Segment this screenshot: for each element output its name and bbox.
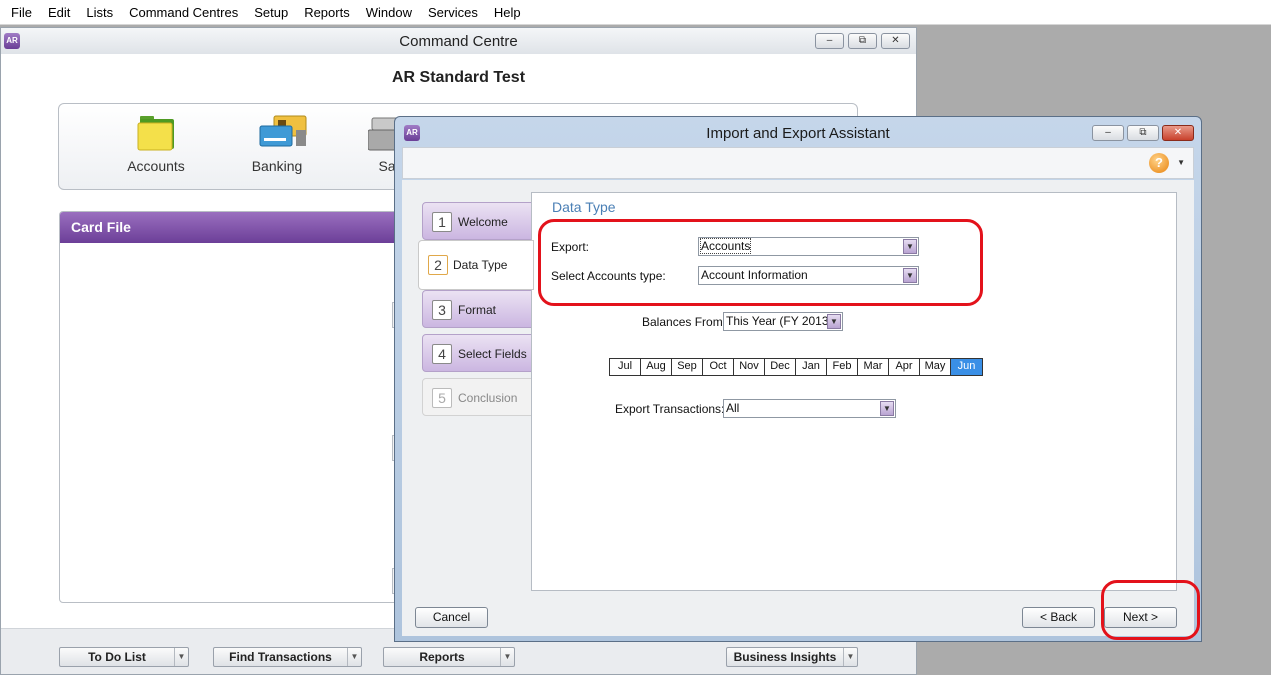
business-insights-button[interactable]: Business Insights ▼ (726, 647, 858, 667)
menu-reports[interactable]: Reports (296, 0, 358, 25)
data-type-panel: Data Type Export: Accounts ▼ Select Acco… (531, 192, 1177, 591)
menu-setup[interactable]: Setup (246, 0, 296, 25)
step-number: 2 (428, 255, 448, 275)
restore-button[interactable]: ⧉ (1127, 125, 1159, 141)
menu-bar: File Edit Lists Command Centres Setup Re… (0, 0, 1271, 25)
chevron-down-icon[interactable]: ▼ (500, 648, 514, 666)
step-number: 5 (432, 388, 452, 408)
assistant-body: 1 Welcome 2 Data Type 3 Format 4 Select … (402, 180, 1194, 636)
accounts-type-select[interactable]: Account Information ▼ (698, 266, 919, 285)
balances-from-select[interactable]: This Year (FY 2013) ▼ (723, 312, 843, 331)
step-format[interactable]: 3 Format (422, 290, 532, 328)
balances-from-value: This Year (FY 2013) (726, 314, 833, 328)
section-title: Data Type (552, 199, 616, 215)
step-welcome[interactable]: 1 Welcome (422, 202, 532, 240)
to-do-list-label: To Do List (88, 650, 146, 664)
month-sep[interactable]: Sep (672, 359, 703, 375)
menu-command-centres[interactable]: Command Centres (121, 0, 246, 25)
import-export-assistant-window: AR Import and Export Assistant – ⧉ ✕ ? ▼… (394, 116, 1202, 642)
step-label: Welcome (458, 215, 508, 229)
step-label: Format (458, 303, 497, 317)
assistant-toolbar: ? ▼ (402, 147, 1194, 179)
reports-label: Reports (419, 650, 465, 664)
menu-services[interactable]: Services (420, 0, 486, 25)
menu-file[interactable]: File (3, 0, 40, 25)
chevron-down-icon[interactable]: ▼ (843, 648, 857, 666)
step-select-fields[interactable]: 4 Select Fields (422, 334, 532, 372)
back-button[interactable]: < Back (1022, 607, 1095, 628)
to-do-list-button[interactable]: To Do List ▼ (59, 647, 189, 667)
minimize-button[interactable]: – (815, 33, 844, 49)
export-transactions-select[interactable]: All ▼ (723, 399, 896, 418)
find-transactions-button[interactable]: Find Transactions ▼ (213, 647, 362, 667)
export-transactions-label: Export Transactions: (615, 402, 725, 416)
assistant-title: Import and Export Assistant (706, 125, 890, 142)
command-centre-title: Command Centre (399, 33, 518, 50)
step-number: 1 (432, 212, 452, 232)
business-insights-label: Business Insights (733, 650, 837, 664)
menu-window[interactable]: Window (358, 0, 420, 25)
accounts-centre-button[interactable]: Accounts (111, 114, 201, 174)
menu-edit[interactable]: Edit (40, 0, 78, 25)
banking-centre-label: Banking (251, 158, 303, 174)
month-feb[interactable]: Feb (827, 359, 858, 375)
chevron-down-icon[interactable]: ▼ (174, 648, 188, 666)
export-label: Export: (551, 240, 590, 254)
export-select[interactable]: Accounts ▼ (698, 237, 919, 256)
accounts-centre-label: Accounts (127, 158, 185, 174)
chevron-down-icon[interactable]: ▼ (827, 314, 841, 329)
find-transactions-label: Find Transactions (229, 650, 332, 664)
export-transactions-value: All (726, 401, 740, 415)
step-label: Data Type (453, 258, 508, 272)
accounts-type-value: Account Information (701, 268, 808, 282)
company-name: AR Standard Test (391, 69, 526, 86)
command-centre-titlebar: AR Command Centre – ⧉ ✕ (1, 28, 916, 54)
balances-from-label: Balances From: (642, 315, 727, 329)
month-aug[interactable]: Aug (641, 359, 672, 375)
step-label: Conclusion (458, 391, 518, 405)
bank-cards-icon (258, 114, 307, 152)
help-icon[interactable]: ? (1149, 153, 1169, 173)
month-jan[interactable]: Jan (796, 359, 827, 375)
close-button[interactable]: ✕ (1162, 125, 1194, 141)
menu-lists[interactable]: Lists (78, 0, 121, 25)
export-value: Accounts (699, 238, 752, 254)
next-button[interactable]: Next > (1104, 607, 1177, 628)
reports-button[interactable]: Reports ▼ (383, 647, 515, 667)
month-nov[interactable]: Nov (734, 359, 765, 375)
month-jul[interactable]: Jul (610, 359, 641, 375)
chevron-down-icon[interactable]: ▼ (903, 268, 917, 283)
step-label: Select Fields (458, 347, 527, 361)
month-oct[interactable]: Oct (703, 359, 734, 375)
chevron-down-icon[interactable]: ▼ (903, 239, 917, 254)
menu-help[interactable]: Help (486, 0, 529, 25)
step-conclusion: 5 Conclusion (422, 378, 532, 416)
minimize-button[interactable]: – (1092, 125, 1124, 141)
folder-icon (137, 114, 175, 152)
month-jun[interactable]: Jun (951, 359, 982, 375)
month-selector: Jul Aug Sep Oct Nov Dec Jan Feb Mar Apr … (609, 358, 983, 376)
month-apr[interactable]: Apr (889, 359, 920, 375)
chevron-down-icon[interactable]: ▼ (1177, 158, 1185, 167)
banking-centre-button[interactable]: Banking (232, 114, 322, 174)
step-number: 4 (432, 344, 452, 364)
accounts-type-label: Select Accounts type: (551, 269, 666, 283)
step-data-type[interactable]: 2 Data Type (418, 240, 534, 290)
card-file-panel: Card File (59, 211, 399, 603)
month-dec[interactable]: Dec (765, 359, 796, 375)
chevron-down-icon[interactable]: ▼ (347, 648, 361, 666)
restore-button[interactable]: ⧉ (848, 33, 877, 49)
close-button[interactable]: ✕ (881, 33, 910, 49)
step-number: 3 (432, 300, 452, 320)
cancel-button[interactable]: Cancel (415, 607, 488, 628)
card-file-header: Card File (60, 212, 398, 243)
month-may[interactable]: May (920, 359, 951, 375)
chevron-down-icon[interactable]: ▼ (880, 401, 894, 416)
month-mar[interactable]: Mar (858, 359, 889, 375)
